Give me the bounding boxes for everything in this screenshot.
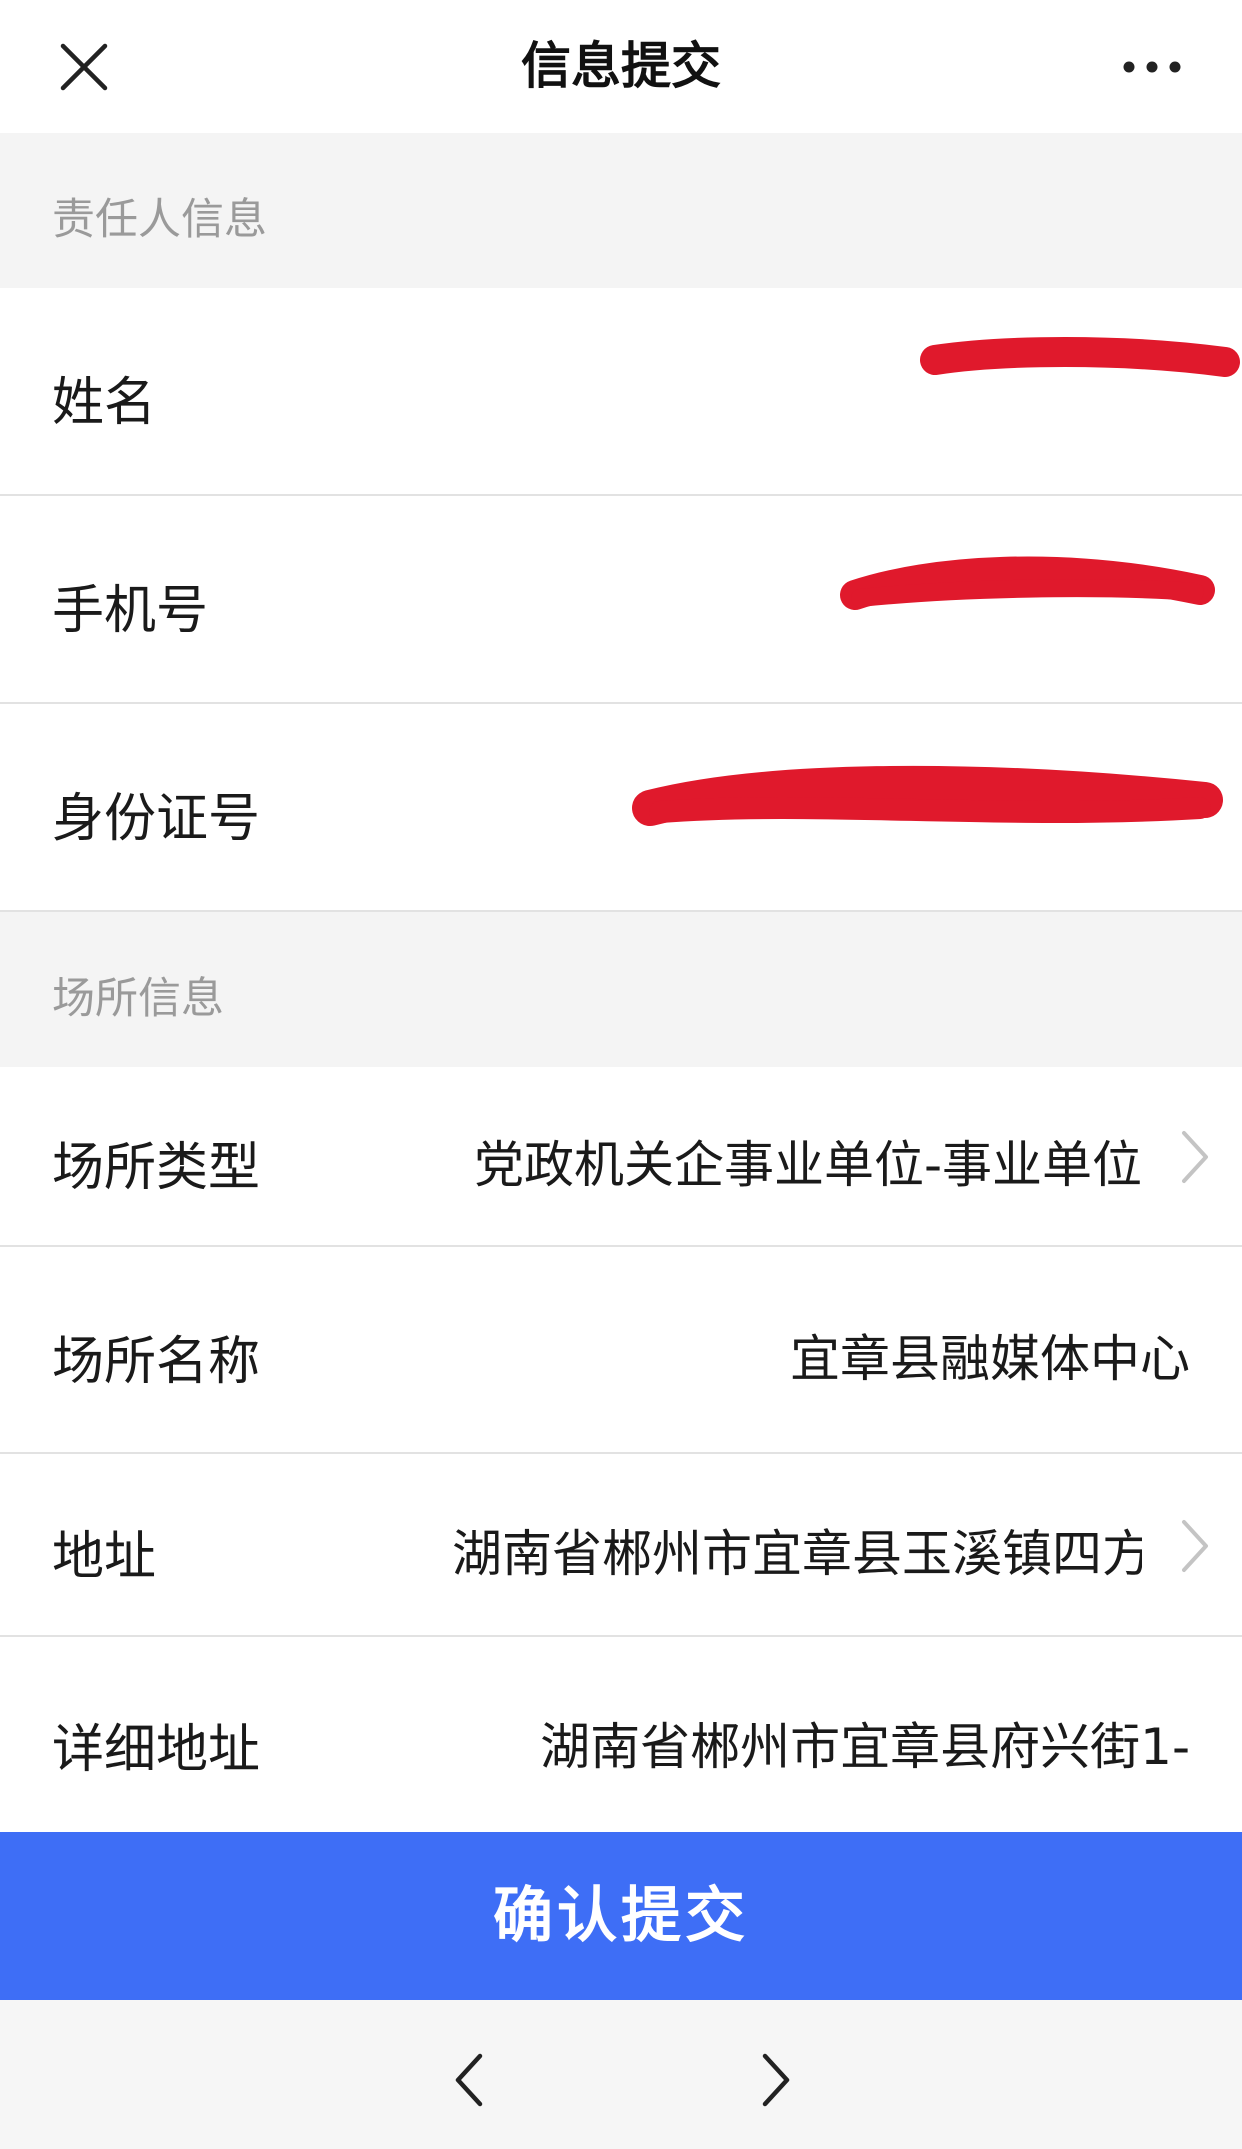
id-redaction-mark-2 bbox=[649, 797, 1211, 823]
chevron-left-icon bbox=[455, 2053, 483, 2107]
forward-button[interactable] bbox=[735, 2040, 815, 2120]
page: 信息提交 责任人信息 姓名 手机号 身份证号 场所信息 场所类型 党政机关企事业… bbox=[0, 0, 1242, 2149]
back-button[interactable] bbox=[430, 2040, 510, 2120]
name-redaction-mark bbox=[920, 337, 1240, 377]
redaction-overlay bbox=[632, 337, 1240, 826]
chevron-right-icon bbox=[762, 2053, 790, 2107]
submit-button[interactable]: 确认提交 bbox=[0, 1832, 1242, 2000]
phone-redaction-mark-2 bbox=[851, 579, 1204, 607]
bottom-nav-bar bbox=[0, 2000, 1242, 2149]
